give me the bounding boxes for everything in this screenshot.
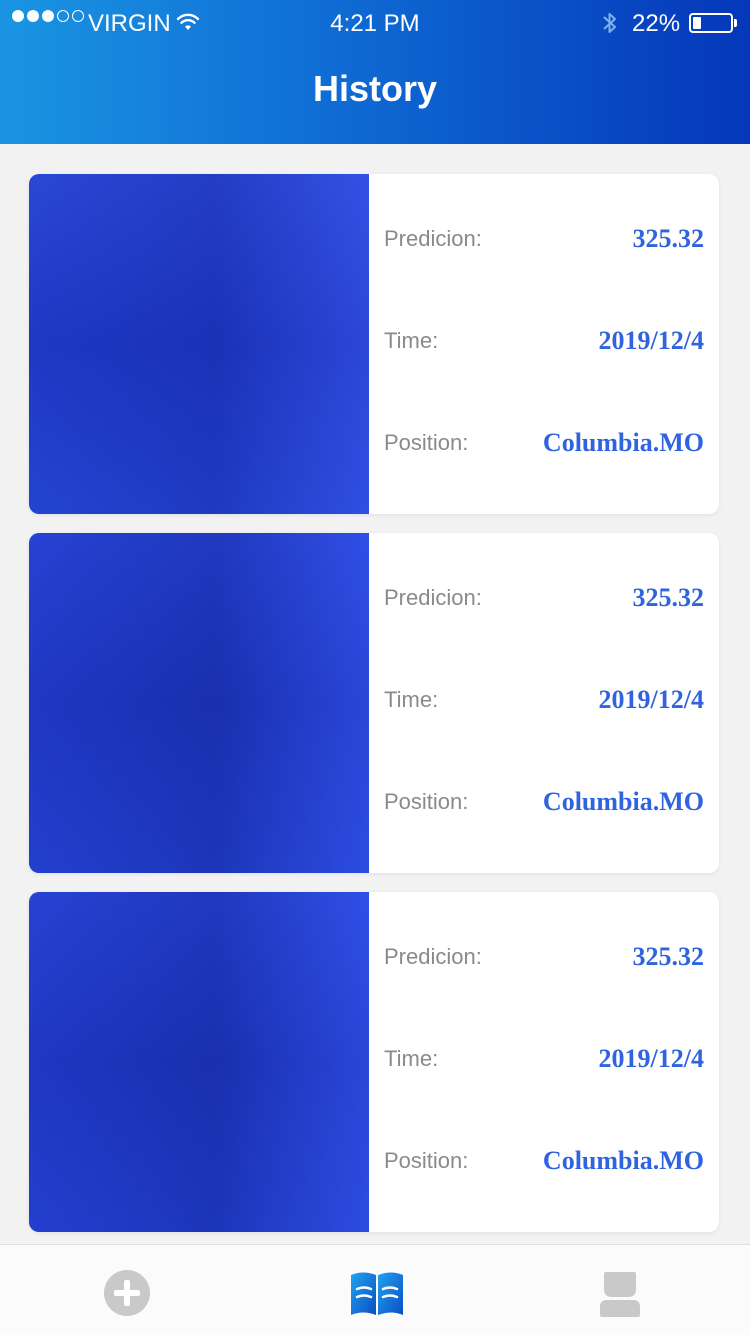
prediction-label: Predicion: xyxy=(384,944,482,969)
position-value: Columbia.MO xyxy=(542,787,704,816)
history-card-details: Predicion: 325.32 Time: 2019/12/4 Positi… xyxy=(369,892,719,1232)
sample-image xyxy=(29,533,369,873)
tab-add[interactable] xyxy=(101,1269,153,1317)
page-title: History xyxy=(312,68,438,109)
position-label: Position: xyxy=(384,789,469,814)
position-label: Position: xyxy=(384,430,469,455)
history-card[interactable]: Predicion: 325.32 Time: 2019/12/4 Positi… xyxy=(29,174,719,514)
tab-bar xyxy=(0,1244,750,1335)
battery-icon xyxy=(689,13,733,33)
sample-image xyxy=(29,174,369,514)
tab-profile[interactable] xyxy=(598,1269,650,1317)
position-label: Position: xyxy=(384,1148,469,1173)
history-card-details: Predicion: 325.32 Time: 2019/12/4 Positi… xyxy=(369,174,719,514)
history-card-details: Predicion: 325.32 Time: 2019/12/4 Positi… xyxy=(369,533,719,873)
prediction-value: 325.32 xyxy=(632,224,705,253)
prediction-label: Predicion: xyxy=(384,585,482,610)
position-value: Columbia.MO xyxy=(542,428,704,457)
prediction-value: 325.32 xyxy=(632,583,705,612)
open-book-icon xyxy=(351,1272,403,1315)
battery-cap xyxy=(734,19,737,27)
person-icon xyxy=(600,1272,640,1317)
prediction-value: 325.32 xyxy=(632,942,705,971)
history-card[interactable]: Predicion: 325.32 Time: 2019/12/4 Positi… xyxy=(29,533,719,873)
status-bar: VIRGIN 4:21 PM 22% xyxy=(0,0,750,46)
history-card[interactable]: Predicion: 325.32 Time: 2019/12/4 Positi… xyxy=(29,892,719,1232)
history-list[interactable]: Predicion: 325.32 Time: 2019/12/4 Positi… xyxy=(29,174,719,1251)
header-bar: VIRGIN 4:21 PM 22% History xyxy=(0,0,750,144)
bluetooth-icon xyxy=(601,10,619,43)
time-label: Time: xyxy=(384,687,439,712)
battery-percentage: 22% xyxy=(632,10,681,37)
position-value: Columbia.MO xyxy=(542,1146,704,1175)
time-label: Time: xyxy=(384,328,439,353)
prediction-label: Predicion: xyxy=(384,226,482,251)
add-circle-icon xyxy=(104,1270,150,1316)
sample-image xyxy=(29,892,369,1232)
time-label: Time: xyxy=(384,1046,439,1071)
time-value: 2019/12/4 xyxy=(598,685,704,714)
tab-history[interactable] xyxy=(349,1269,403,1317)
time-value: 2019/12/4 xyxy=(598,1044,704,1073)
time-value: 2019/12/4 xyxy=(598,326,704,355)
